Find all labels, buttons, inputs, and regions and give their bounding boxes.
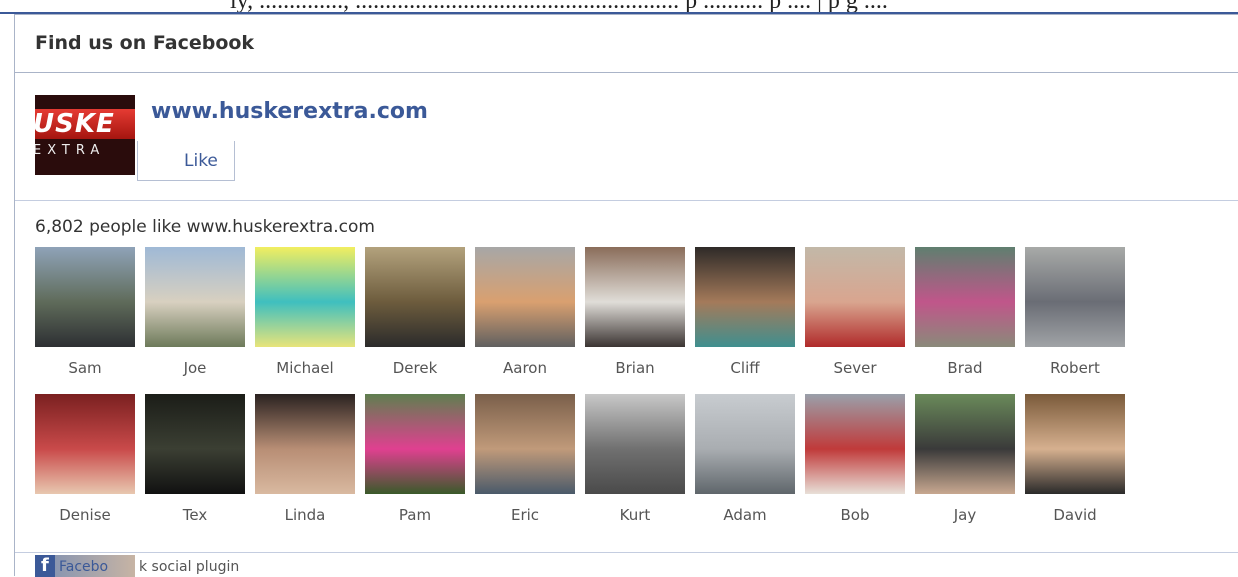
fan-item[interactable]: Bob bbox=[805, 394, 905, 524]
fan-avatar[interactable] bbox=[475, 394, 575, 494]
fan-avatar[interactable] bbox=[145, 247, 245, 347]
fan-item[interactable]: Adam bbox=[695, 394, 795, 524]
footer-text-part1[interactable]: Facebo bbox=[59, 559, 108, 575]
fan-name[interactable]: Linda bbox=[255, 506, 355, 524]
fan-name[interactable]: Tex bbox=[145, 506, 245, 524]
fan-name[interactable]: Eric bbox=[475, 506, 575, 524]
fan-name[interactable]: Denise bbox=[35, 506, 135, 524]
facebook-f-icon: f bbox=[35, 555, 55, 577]
fan-item[interactable]: Brad bbox=[915, 247, 1015, 377]
fan-avatar[interactable] bbox=[365, 247, 465, 347]
facebook-like-box: Find us on Facebook USKE EXTRA www.huske… bbox=[14, 14, 1238, 577]
like-box-title: Find us on Facebook bbox=[35, 32, 255, 54]
fan-name[interactable]: Robert bbox=[1025, 359, 1125, 377]
fan-item[interactable]: Tex bbox=[145, 394, 245, 524]
like-button[interactable]: Like bbox=[137, 141, 235, 181]
fan-name[interactable]: Joe bbox=[145, 359, 245, 377]
fan-item[interactable]: David bbox=[1025, 394, 1125, 524]
fan-item[interactable]: Sever bbox=[805, 247, 905, 377]
fan-avatar[interactable] bbox=[145, 394, 245, 494]
fan-item[interactable]: Aaron bbox=[475, 247, 575, 377]
fan-name[interactable]: Michael bbox=[255, 359, 355, 377]
page-logo[interactable]: USKE EXTRA bbox=[35, 95, 135, 175]
footer-text-part2: k social plugin bbox=[139, 559, 240, 575]
fan-avatar[interactable] bbox=[365, 394, 465, 494]
fan-item[interactable]: Robert bbox=[1025, 247, 1125, 377]
logo-text-top: USKE bbox=[35, 109, 115, 139]
fan-item[interactable]: Brian bbox=[585, 247, 685, 377]
fans-section: 6,802 people like www.huskerextra.com Sa… bbox=[15, 201, 1238, 553]
fan-name[interactable]: Sever bbox=[805, 359, 905, 377]
like-box-header: Find us on Facebook bbox=[15, 15, 1238, 73]
fan-name[interactable]: David bbox=[1025, 506, 1125, 524]
fan-avatar[interactable] bbox=[585, 394, 685, 494]
page-info: USKE EXTRA www.huskerextra.com Like bbox=[15, 73, 1238, 201]
fan-name[interactable]: Brad bbox=[915, 359, 1015, 377]
fan-item[interactable]: Pam bbox=[365, 394, 465, 524]
fan-item[interactable]: Eric bbox=[475, 394, 575, 524]
fan-name[interactable]: Pam bbox=[365, 506, 465, 524]
fan-avatar[interactable] bbox=[915, 394, 1015, 494]
fan-avatar[interactable] bbox=[35, 394, 135, 494]
fan-item[interactable]: Linda bbox=[255, 394, 355, 524]
fan-item[interactable]: Michael bbox=[255, 247, 355, 377]
fan-avatar[interactable] bbox=[255, 247, 355, 347]
fan-name[interactable]: Brian bbox=[585, 359, 685, 377]
fan-item[interactable]: Jay bbox=[915, 394, 1015, 524]
fan-avatar[interactable] bbox=[475, 247, 575, 347]
fan-item[interactable]: Denise bbox=[35, 394, 135, 524]
fan-item[interactable]: Kurt bbox=[585, 394, 685, 524]
page-name-link[interactable]: www.huskerextra.com bbox=[151, 99, 428, 124]
top-cutoff-strip: ly, .............., ....................… bbox=[0, 0, 1238, 14]
fan-avatar[interactable] bbox=[35, 247, 135, 347]
fan-avatar[interactable] bbox=[695, 394, 795, 494]
fan-avatar[interactable] bbox=[255, 394, 355, 494]
fan-avatar[interactable] bbox=[915, 247, 1015, 347]
fan-avatar[interactable] bbox=[805, 394, 905, 494]
fan-avatar[interactable] bbox=[585, 247, 685, 347]
logo-text-bottom: EXTRA bbox=[35, 143, 106, 158]
fan-name[interactable]: Adam bbox=[695, 506, 795, 524]
fan-item[interactable]: Sam bbox=[35, 247, 135, 377]
like-button-label: Like bbox=[184, 151, 218, 171]
fan-name[interactable]: Derek bbox=[365, 359, 465, 377]
fan-name[interactable]: Cliff bbox=[695, 359, 795, 377]
like-box-footer: f Facebo k social plugin bbox=[15, 553, 1238, 577]
fan-item[interactable]: Derek bbox=[365, 247, 465, 377]
fan-avatar[interactable] bbox=[1025, 247, 1125, 347]
fan-name[interactable]: Aaron bbox=[475, 359, 575, 377]
fan-name[interactable]: Sam bbox=[35, 359, 135, 377]
fan-name[interactable]: Bob bbox=[805, 506, 905, 524]
fan-item[interactable]: Cliff bbox=[695, 247, 795, 377]
fan-avatar[interactable] bbox=[805, 247, 905, 347]
fan-avatar[interactable] bbox=[1025, 394, 1125, 494]
fan-name[interactable]: Kurt bbox=[585, 506, 685, 524]
fan-item[interactable]: Joe bbox=[145, 247, 245, 377]
fan-avatar[interactable] bbox=[695, 247, 795, 347]
fan-name[interactable]: Jay bbox=[915, 506, 1015, 524]
likes-count: 6,802 people like www.huskerextra.com bbox=[35, 217, 375, 237]
